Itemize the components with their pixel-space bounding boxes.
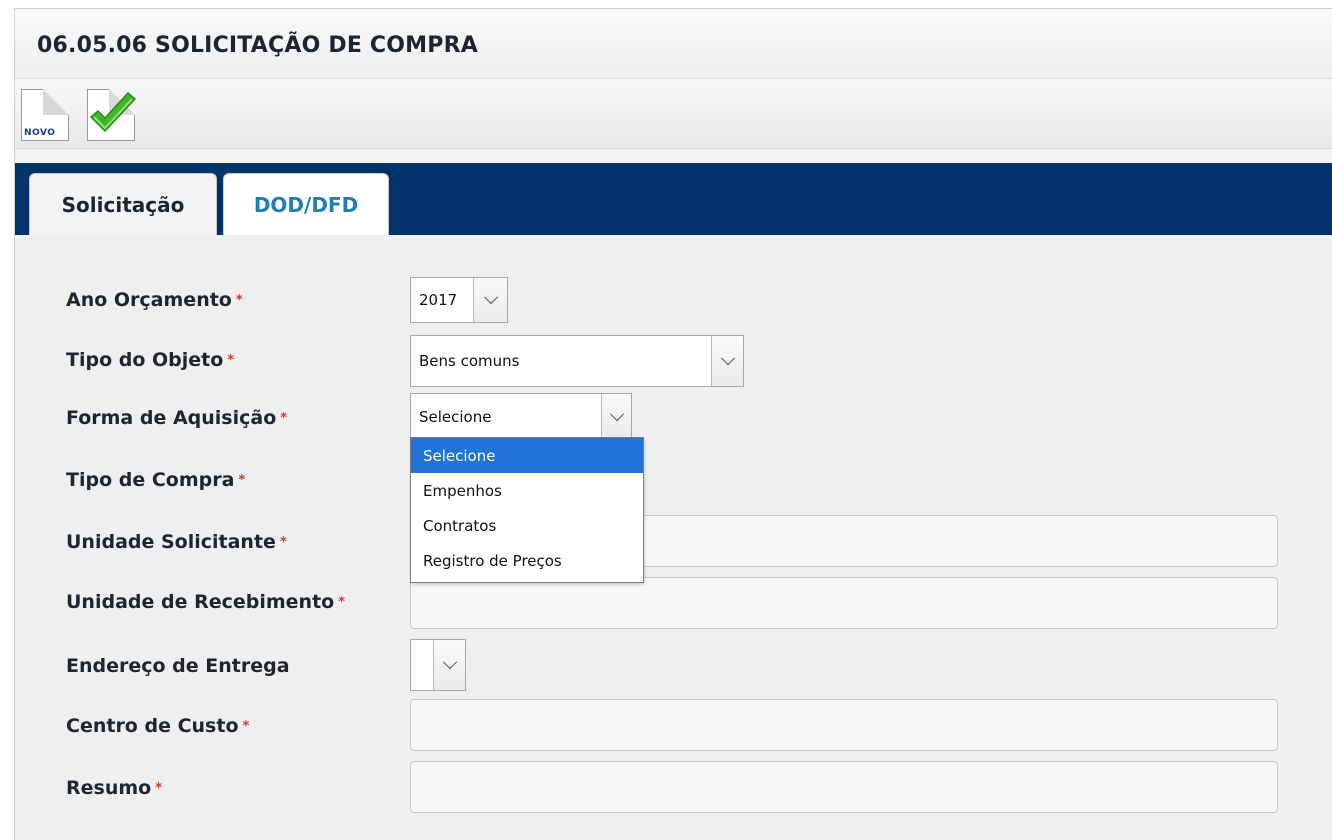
tipo-objeto-label-text: Tipo do Objeto xyxy=(66,349,224,371)
ano-orcamento-label-text: Ano Orçamento xyxy=(66,289,232,311)
dropdown-arrow-button[interactable] xyxy=(601,394,631,440)
centro-custo-field[interactable] xyxy=(410,699,1278,751)
required-marker: * xyxy=(242,719,250,734)
resumo-field[interactable] xyxy=(410,761,1278,813)
chevron-down-icon xyxy=(483,290,498,305)
required-marker: * xyxy=(155,781,163,796)
option-contratos[interactable]: Contratos xyxy=(411,508,643,543)
confirm-button[interactable] xyxy=(85,87,141,143)
centro-custo-label: Centro de Custo * xyxy=(66,715,249,737)
forma-aquisicao-options: Selecione Empenhos Contratos Registro de… xyxy=(410,437,644,583)
unidade-recebimento-label-text: Unidade de Recebimento xyxy=(66,591,335,613)
endereco-entrega-label-text: Endereço de Entrega xyxy=(66,655,290,677)
required-marker: * xyxy=(235,293,243,308)
required-marker: * xyxy=(227,353,235,368)
required-marker: * xyxy=(338,595,346,610)
forma-aquisicao-label: Forma de Aquisição * xyxy=(66,407,287,429)
dropdown-arrow-button[interactable] xyxy=(433,640,465,690)
dropdown-arrow-button[interactable] xyxy=(711,336,743,386)
ano-orcamento-select[interactable]: 2017 xyxy=(410,277,508,323)
required-marker: * xyxy=(279,535,287,550)
resumo-label-text: Resumo xyxy=(66,777,152,799)
unidade-solicitante-label: Unidade Solicitante * xyxy=(66,531,287,553)
ano-orcamento-value: 2017 xyxy=(419,291,458,309)
new-button-label: NOVO xyxy=(24,128,56,138)
option-empenhos[interactable]: Empenhos xyxy=(411,473,643,508)
tipo-objeto-value: Bens comuns xyxy=(419,352,520,370)
toolbar: NOVO xyxy=(15,81,1332,149)
app-window: 06.05.06 SOLICITAÇÃO DE COMPRA NOVO Soli… xyxy=(14,8,1332,840)
tipo-compra-label-text: Tipo de Compra xyxy=(66,469,235,491)
form-panel: Ano Orçamento * 2017 Tipo do Objeto * Bens… xyxy=(15,235,1332,840)
tipo-compra-label: Tipo de Compra * xyxy=(66,469,245,491)
chevron-down-icon xyxy=(720,351,735,366)
endereco-entrega-select[interactable] xyxy=(410,639,466,691)
forma-aquisicao-value: Selecione xyxy=(419,408,492,426)
tab-solicitacao[interactable]: Solicitação xyxy=(29,173,217,235)
required-marker: * xyxy=(238,473,246,488)
unidade-recebimento-label: Unidade de Recebimento * xyxy=(66,591,345,613)
page-fold-icon xyxy=(43,89,69,115)
resumo-label: Resumo * xyxy=(66,777,162,799)
new-document-icon: NOVO xyxy=(21,89,69,141)
forma-aquisicao-label-text: Forma de Aquisição xyxy=(66,407,277,429)
chevron-down-icon xyxy=(442,655,457,670)
dropdown-arrow-button[interactable] xyxy=(473,278,507,322)
centro-custo-label-text: Centro de Custo xyxy=(66,715,239,737)
checkmark-icon xyxy=(89,91,137,133)
option-registro-de-precos[interactable]: Registro de Preços xyxy=(411,543,643,578)
page-title: 06.05.06 SOLICITAÇÃO DE COMPRA xyxy=(37,33,478,58)
tab-dod-dfd[interactable]: DOD/DFD xyxy=(223,173,389,235)
title-bar: 06.05.06 SOLICITAÇÃO DE COMPRA xyxy=(15,9,1332,79)
tipo-objeto-select[interactable]: Bens comuns xyxy=(410,335,744,387)
tipo-objeto-label: Tipo do Objeto * xyxy=(66,349,234,371)
unidade-recebimento-field[interactable] xyxy=(410,577,1278,629)
forma-aquisicao-select[interactable]: Selecione xyxy=(410,393,632,441)
unidade-solicitante-label-text: Unidade Solicitante xyxy=(66,531,276,553)
chevron-down-icon xyxy=(609,407,624,422)
required-marker: * xyxy=(280,411,288,426)
endereco-entrega-label: Endereço de Entrega xyxy=(66,655,290,677)
tab-bar: Solicitação DOD/DFD xyxy=(15,163,1332,235)
option-selecione[interactable]: Selecione xyxy=(411,438,643,473)
ano-orcamento-label: Ano Orçamento * xyxy=(66,289,243,311)
new-button[interactable]: NOVO xyxy=(19,87,75,143)
